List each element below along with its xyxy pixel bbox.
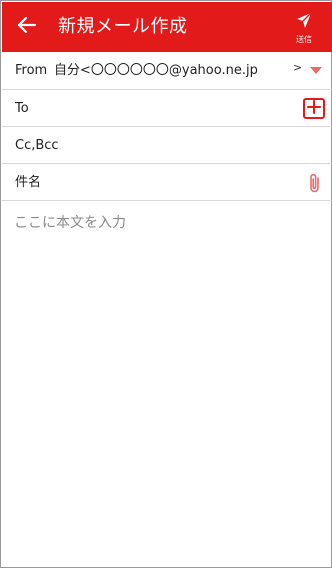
subject-label: 件名	[15, 175, 42, 190]
from-label: From	[15, 63, 48, 78]
to-label: To	[15, 101, 29, 116]
to-row[interactable]: To	[2, 90, 332, 127]
subject-row[interactable]: 件名	[2, 164, 332, 201]
body-input[interactable]: ここに本文を入力	[14, 213, 126, 233]
send-label: 送信	[296, 35, 312, 44]
send-button[interactable]: 送信	[290, 12, 318, 46]
from-row[interactable]: From 自分<〇〇〇〇〇〇@yahoo.ne.jp >	[2, 52, 332, 90]
back-arrow-icon	[17, 16, 37, 37]
from-address: 自分<〇〇〇〇〇〇@yahoo.ne.jp	[54, 63, 258, 78]
dropdown-triangle-icon[interactable]	[310, 67, 322, 74]
cc-bcc-row[interactable]: Cc,Bcc	[2, 127, 332, 164]
from-chevron: >	[293, 61, 303, 74]
app-bar: 新規メール作成 送信	[2, 2, 332, 52]
plus-icon	[307, 99, 321, 118]
compose-screen: 新規メール作成 送信 From 自分<〇〇〇〇〇〇@yahoo.ne.jp > …	[0, 0, 332, 568]
page-title: 新規メール作成	[58, 16, 188, 37]
send-icon	[296, 12, 312, 34]
back-button[interactable]	[14, 14, 40, 40]
cc-bcc-label: Cc,Bcc	[15, 138, 59, 153]
paperclip-icon[interactable]	[306, 172, 324, 194]
add-recipient-button[interactable]	[303, 98, 325, 119]
